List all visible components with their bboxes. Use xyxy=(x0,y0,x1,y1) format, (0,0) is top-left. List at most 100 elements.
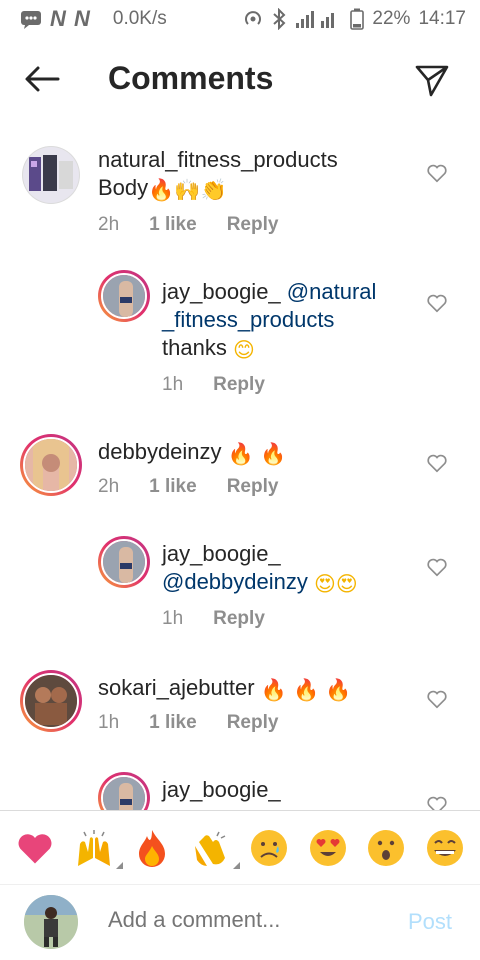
skin-tone-indicator xyxy=(232,861,240,869)
comment-body: Body xyxy=(98,175,149,200)
comment-username[interactable]: debbydeinzy xyxy=(98,439,222,464)
comment-meta: 2h 1 like Reply xyxy=(98,214,278,236)
comment-meta: 1h Reply xyxy=(162,608,265,630)
comment-username[interactable]: sokari_ajebutter xyxy=(98,675,255,700)
avatar[interactable] xyxy=(20,670,82,732)
reaction-heart-eyes[interactable] xyxy=(305,825,351,871)
comment-likes[interactable]: 1 like xyxy=(149,476,197,498)
reply-button[interactable]: Reply xyxy=(213,608,265,630)
comment-text: jay_boogie_ @natural _fitness_products t… xyxy=(162,278,412,364)
comment-reply-item: jay_boogie_ @natural _fitness_products t… xyxy=(0,270,480,400)
smiling-face-emoji: 😊 xyxy=(232,338,255,362)
like-heart-icon[interactable] xyxy=(426,688,448,710)
fire-emoji: 🔥 xyxy=(260,678,287,702)
send-icon xyxy=(415,65,449,97)
like-heart-icon[interactable] xyxy=(426,292,448,314)
comment-reply-item: jay_boogie_ @debbydeinzy 😍😍 1h Reply xyxy=(0,536,480,636)
fire-emoji: 🔥 xyxy=(259,442,287,466)
comment-username[interactable]: natural_fitness_products xyxy=(98,147,338,172)
comment-item: sokari_ajebutter 🔥 🔥 🔥 1h 1 like Reply xyxy=(0,668,480,748)
comment-meta: 1h Reply xyxy=(162,374,265,396)
sad-face-icon xyxy=(251,829,288,866)
comment-composer: Post xyxy=(0,884,480,960)
comment-text: jay_boogie_ xyxy=(162,776,412,804)
reaction-raised-hands[interactable] xyxy=(71,825,123,871)
reaction-grinning-face[interactable] xyxy=(422,825,468,871)
arrow-left-icon xyxy=(25,66,60,92)
comment-meta: 1h 1 like Reply xyxy=(98,712,278,734)
battery-icon xyxy=(350,8,365,30)
reaction-fire[interactable] xyxy=(129,825,175,871)
comment-likes[interactable]: 1 like xyxy=(149,214,197,236)
mention-link[interactable]: @natural xyxy=(287,279,377,304)
comment-body: thanks xyxy=(162,335,227,360)
avatar-image xyxy=(103,541,145,583)
comment-username[interactable]: jay_boogie_ xyxy=(162,777,281,802)
comment-meta: 2h 1 like Reply xyxy=(98,476,278,498)
like-heart-icon[interactable] xyxy=(426,162,448,184)
comment-likes[interactable]: 1 like xyxy=(149,712,197,734)
avatar-image xyxy=(103,275,145,317)
grinning-face-icon xyxy=(426,829,463,866)
avatar-image xyxy=(25,439,77,491)
chat-icon xyxy=(21,11,41,29)
avatar[interactable] xyxy=(20,434,82,496)
mention-link[interactable]: @debbydeinzy xyxy=(162,569,308,594)
fire-emoji: 🔥 xyxy=(227,442,254,466)
like-heart-icon[interactable] xyxy=(426,452,448,474)
avatar-image xyxy=(25,675,77,727)
network-marks: N N xyxy=(50,6,91,31)
like-heart-icon[interactable] xyxy=(426,794,448,810)
signal-icon xyxy=(296,11,335,28)
heart-eyes-face-icon xyxy=(309,829,346,866)
mention-link-continued[interactable]: _fitness_products xyxy=(162,307,334,332)
comment-text: natural_fitness_products Body🔥🙌👏 xyxy=(98,146,418,204)
surprised-face-icon xyxy=(368,829,405,866)
comment-text: jay_boogie_ @debbydeinzy 😍😍 xyxy=(162,540,412,598)
post-button[interactable]: Post xyxy=(408,909,452,935)
heart-icon xyxy=(18,833,52,863)
comment-text: sokari_ajebutter 🔥 🔥 🔥 xyxy=(98,674,418,704)
share-button[interactable] xyxy=(412,60,452,100)
comment-time: 2h xyxy=(98,214,120,235)
status-bar: N N 0.0K/s 22% 14:17 xyxy=(0,0,480,38)
reply-button[interactable]: Reply xyxy=(227,476,279,498)
like-heart-icon[interactable] xyxy=(426,556,448,578)
avatar[interactable] xyxy=(22,146,80,204)
comments-list[interactable]: natural_fitness_products Body🔥🙌👏 2h 1 li… xyxy=(0,122,480,810)
hotspot-icon xyxy=(245,11,262,25)
fire-emoji: 🔥 xyxy=(292,678,320,702)
comment-input[interactable] xyxy=(108,907,388,933)
comment-username[interactable]: jay_boogie_ xyxy=(162,279,281,304)
comment-username[interactable]: jay_boogie_ xyxy=(162,541,281,566)
raised-hands-icon xyxy=(77,829,110,866)
raised-hands-emoji: 🙌 xyxy=(174,178,201,202)
comment-reply-item: jay_boogie_ xyxy=(0,772,480,810)
reaction-sad-face[interactable] xyxy=(246,825,292,871)
reply-button[interactable]: Reply xyxy=(227,214,279,236)
reply-button[interactable]: Reply xyxy=(213,374,265,396)
network-speed: 0.0K/s xyxy=(112,8,167,29)
avatar[interactable] xyxy=(98,270,150,322)
comment-time: 1h xyxy=(98,712,120,733)
clock: 14:17 xyxy=(418,8,466,29)
avatar-image xyxy=(23,147,79,203)
quick-reactions-bar xyxy=(0,810,480,884)
comment-text: debbydeinzy 🔥 🔥 xyxy=(98,438,418,468)
battery-level: 22% xyxy=(372,8,411,29)
reaction-heart[interactable] xyxy=(12,825,58,871)
my-avatar xyxy=(24,895,78,949)
skin-tone-indicator xyxy=(115,861,123,869)
comment-time: 1h xyxy=(162,608,184,629)
page-title: Comments xyxy=(108,60,274,96)
reaction-clapping-hands[interactable] xyxy=(188,825,240,871)
back-button[interactable] xyxy=(22,62,62,96)
reaction-surprised-face[interactable] xyxy=(363,825,409,871)
reply-button[interactable]: Reply xyxy=(227,712,279,734)
avatar-image xyxy=(24,895,78,949)
comment-item: natural_fitness_products Body🔥🙌👏 2h 1 li… xyxy=(0,142,480,252)
avatar[interactable] xyxy=(98,772,150,810)
avatar[interactable] xyxy=(98,536,150,588)
bluetooth-icon xyxy=(273,8,286,30)
comment-time: 2h xyxy=(98,476,120,497)
